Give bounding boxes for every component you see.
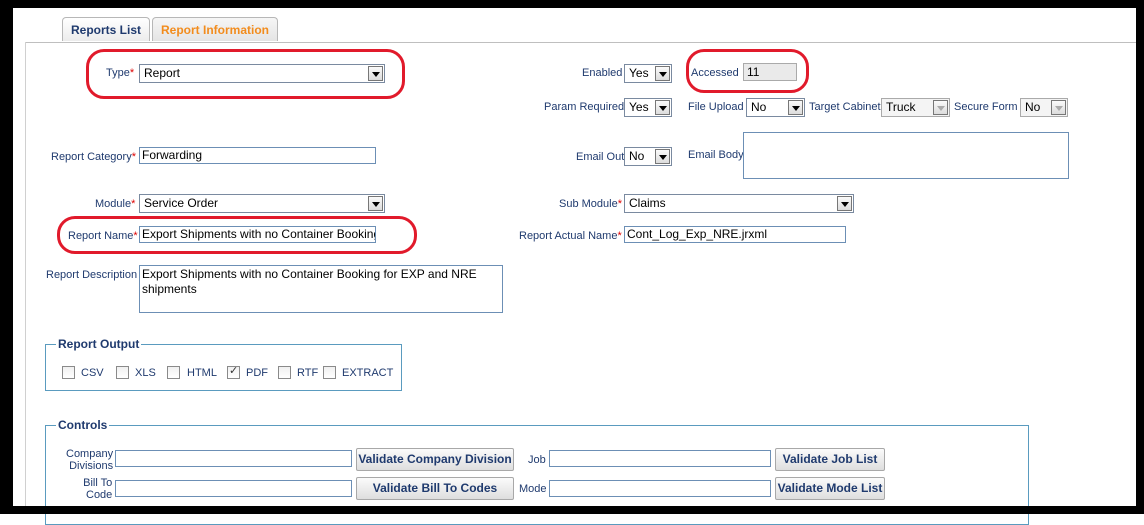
screenshot-frame bbox=[0, 0, 1144, 514]
